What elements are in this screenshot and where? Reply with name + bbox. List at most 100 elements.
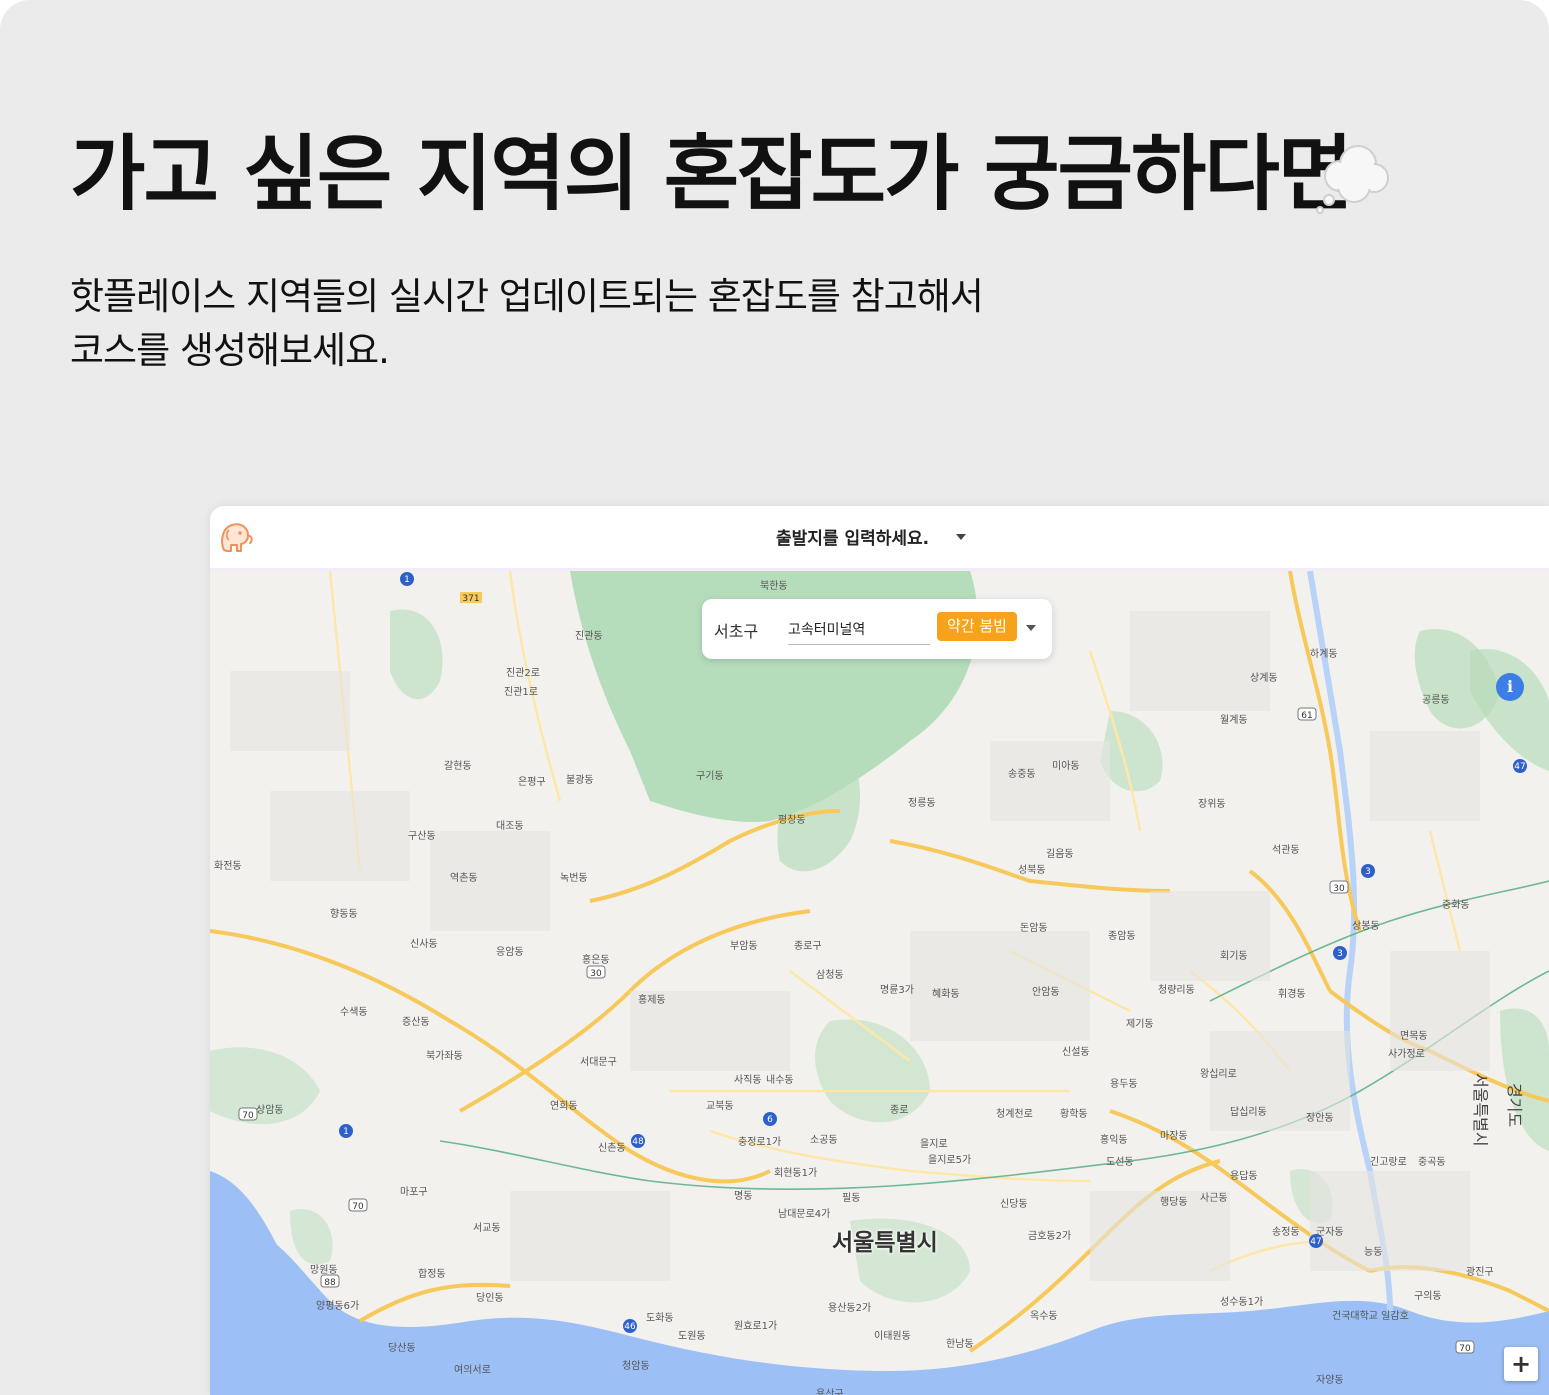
map-label: 은평구: [518, 777, 546, 788]
map-label: 내수동: [766, 1075, 794, 1086]
map-label: 수색동: [340, 1007, 368, 1018]
map-label: 진관동: [575, 631, 603, 642]
map-label: 광진구: [1466, 1267, 1494, 1278]
map-label: 용산동2가: [828, 1303, 872, 1314]
promo-card: 가고 싶은 지역의 혼잡도가 궁금하다면 핫플레이스 지역들의 실시간 업데이트…: [0, 0, 1549, 1395]
map-label: 남대문로4가: [778, 1209, 831, 1220]
subtitle-line: 코스를 생성해보세요.: [70, 329, 390, 372]
map-label: 공릉동: [1422, 695, 1450, 706]
map-label: 황학동: [1060, 1109, 1088, 1120]
map-label: 건국대학교 일감호: [1332, 1311, 1409, 1322]
map-label: 왕십리로: [1200, 1069, 1237, 1080]
map-label: 여의서로: [454, 1365, 491, 1376]
map-label: 이태원동: [874, 1331, 911, 1342]
map-label: 도선동: [1106, 1157, 1134, 1168]
map-label: 하계동: [1310, 649, 1338, 660]
map-label: 응암동: [496, 947, 524, 958]
map-label: 충정로1가: [738, 1137, 782, 1148]
congestion-info-panel[interactable]: 서초구 고속터미널역 약간 붐빔: [702, 599, 1052, 659]
origin-select[interactable]: 출발지를 입력하세요.: [776, 524, 929, 549]
map-label: 송정동: [1272, 1227, 1300, 1238]
map-label: 안암동: [1032, 987, 1060, 998]
map-label: 삼청동: [816, 970, 844, 981]
map-label: 망원동: [310, 1265, 338, 1276]
map-label: 사가정로: [1388, 1049, 1425, 1060]
svg-text:30: 30: [590, 969, 602, 979]
map-label: 혜화동: [932, 989, 960, 1000]
map-label: 월계동: [1220, 715, 1248, 726]
thought-balloon-icon: [1316, 145, 1389, 214]
chevron-down-icon[interactable]: [956, 534, 966, 540]
map-label: 당인동: [476, 1293, 504, 1304]
map-label: 중곡동: [1418, 1157, 1446, 1168]
svg-text:70: 70: [1459, 1344, 1471, 1354]
svg-text:371: 371: [462, 594, 479, 604]
map-label: 정릉동: [908, 798, 936, 809]
svg-text:3: 3: [1337, 949, 1343, 959]
map-label: 옥수동: [1030, 1311, 1058, 1322]
map-label: 도원동: [678, 1331, 706, 1342]
svg-text:47: 47: [1310, 1237, 1321, 1247]
map-label: 상암동: [256, 1105, 284, 1116]
svg-text:1: 1: [343, 1127, 349, 1137]
map-label: 금호동2가: [1028, 1231, 1072, 1242]
svg-text:70: 70: [352, 1202, 364, 1212]
map-label: 증산동: [402, 1017, 430, 1028]
map-label: 면목동: [1400, 1031, 1428, 1042]
map-label: 석관동: [1272, 845, 1300, 856]
page-subtitle: 핫플레이스 지역들의 실시간 업데이트되는 혼잡도를 참고해서 코스를 생성해보…: [70, 270, 984, 378]
map-label: 신당동: [1000, 1199, 1028, 1210]
map-label: 구기동: [696, 771, 724, 782]
region-label: 경기도: [1505, 1083, 1524, 1128]
city-label: 서울특별시: [832, 1230, 938, 1256]
map-label: 명륜3가: [880, 985, 914, 996]
map-label: 신촌동: [598, 1143, 626, 1154]
map-label: 제기동: [1126, 1019, 1154, 1030]
map-label: 합정동: [418, 1269, 446, 1280]
svg-text:46: 46: [624, 1322, 636, 1332]
map-label: 상계동: [1250, 673, 1278, 684]
map-label: 한남동: [946, 1339, 974, 1350]
map-label: 서교동: [473, 1223, 501, 1234]
chevron-down-icon[interactable]: [1026, 625, 1036, 631]
map-label: 평창동: [778, 815, 806, 826]
map-label: 휘경동: [1278, 989, 1306, 1000]
map-label: 회기동: [1220, 951, 1248, 962]
map-label: 진관1로: [504, 687, 538, 698]
map-label: 종로구: [794, 941, 822, 952]
top-bar: 출발지를 입력하세요.: [210, 506, 1549, 571]
map-label: 돈암동: [1020, 923, 1048, 934]
map-label: 자양동: [1316, 1375, 1344, 1386]
map-label: 구의동: [1414, 1291, 1442, 1302]
map-label: 명동: [734, 1191, 753, 1202]
map-view[interactable]: 1 371 30 30 70 70 70 1 6 3 47 47 3 48 46…: [210, 571, 1549, 1395]
map-label: 도화동: [646, 1313, 674, 1324]
map-label: 불광동: [566, 775, 594, 786]
congestion-status-badge: 약간 붐빔: [937, 612, 1017, 641]
map-label: 홍제동: [638, 995, 666, 1006]
place-select[interactable]: 고속터미널역: [788, 619, 930, 645]
map-label: 구산동: [408, 831, 436, 842]
map-label: 마장동: [1160, 1131, 1188, 1142]
info-icon[interactable]: i: [1496, 673, 1524, 701]
map-label: 종로: [890, 1105, 909, 1116]
map-label: 용산구: [816, 1389, 844, 1395]
svg-text:61: 61: [1301, 711, 1312, 721]
map-label: 마포구: [400, 1187, 428, 1198]
svg-text:48: 48: [632, 1137, 644, 1147]
map-label: 필동: [842, 1193, 861, 1204]
map-label: 중화동: [1442, 900, 1470, 911]
map-label: 서대문구: [580, 1057, 617, 1068]
map-label: 을지로5가: [928, 1155, 972, 1166]
map-label: 신사동: [410, 939, 438, 950]
map-label: 대조동: [496, 821, 524, 832]
svg-text:3: 3: [1365, 867, 1371, 877]
elephant-logo-icon[interactable]: [216, 520, 254, 556]
map-label: 장안동: [1306, 1113, 1334, 1124]
map-label: 군자동: [1316, 1227, 1344, 1238]
map-label: 신설동: [1062, 1047, 1090, 1058]
zoom-in-button[interactable]: +: [1504, 1347, 1538, 1381]
map-label: 청량리동: [1158, 985, 1195, 996]
app-window: 출발지를 입력하세요. 1 371 30 30 70 70 70 1 6 3 4…: [210, 506, 1549, 1395]
map-label: 상봉동: [1352, 921, 1380, 932]
